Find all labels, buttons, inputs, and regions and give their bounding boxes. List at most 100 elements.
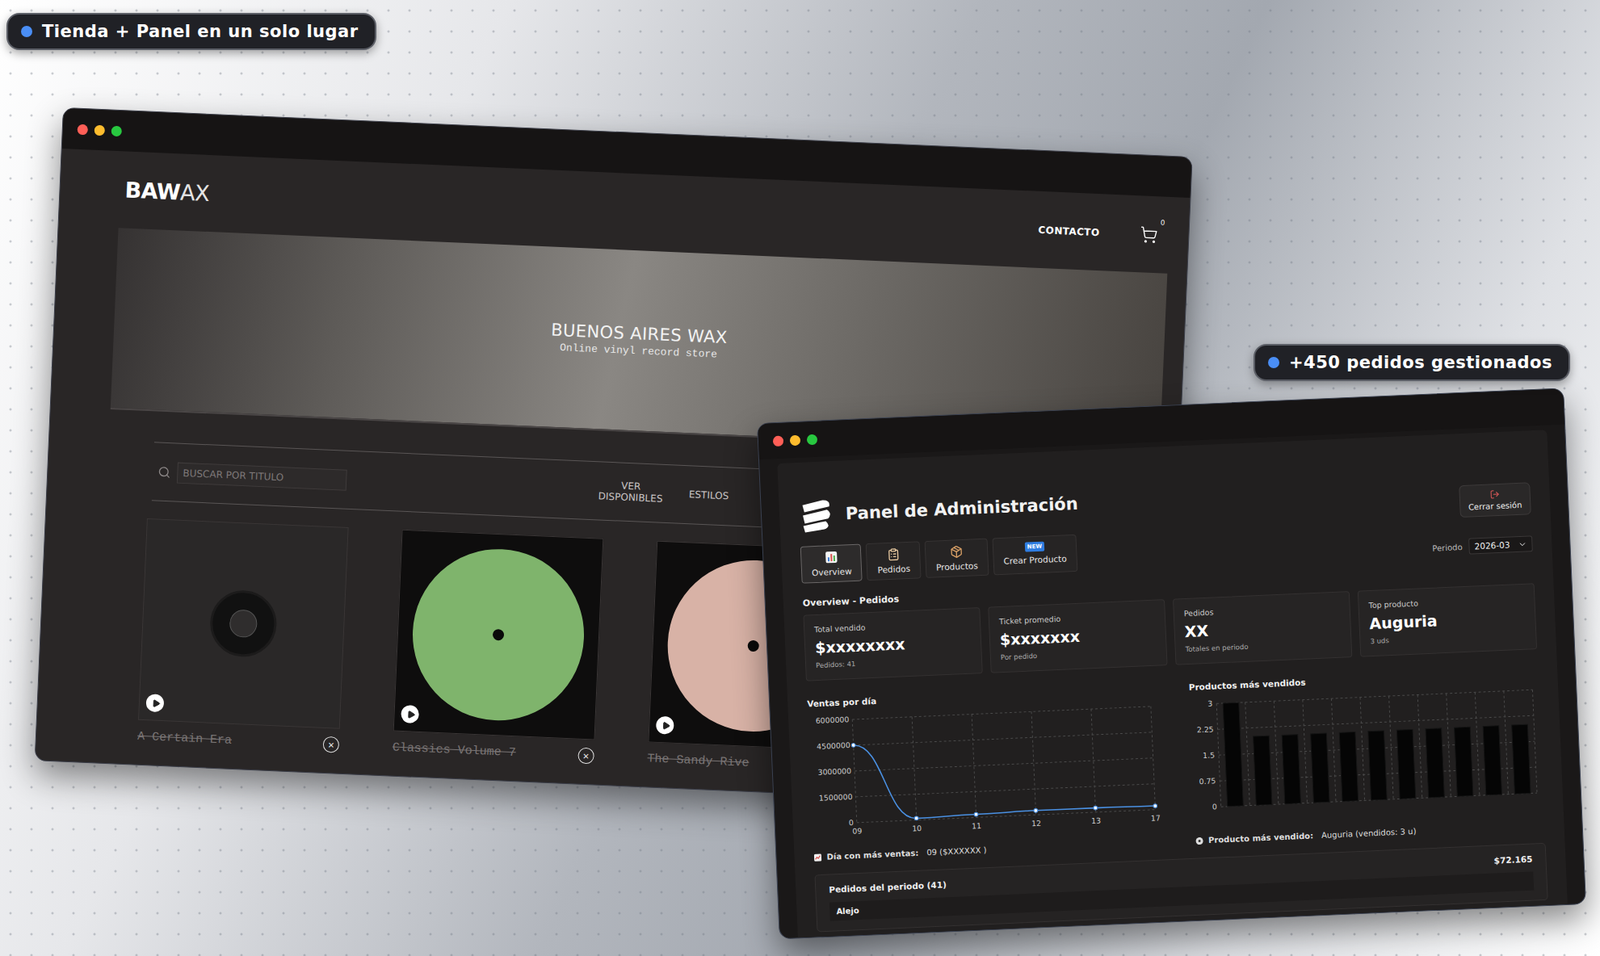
logout-icon [1489, 489, 1500, 500]
product-bar[interactable] [1454, 726, 1474, 797]
search-input[interactable] [176, 461, 348, 491]
product-bar[interactable] [1425, 728, 1445, 798]
stat-value: $xxxxxxxx [814, 632, 972, 657]
store-logo[interactable]: BAWAX [124, 176, 210, 206]
product-bar[interactable] [1339, 732, 1358, 803]
period-label: Periodo [1432, 542, 1463, 554]
close-button[interactable] [77, 123, 89, 135]
filter-button[interactable]: VER DISPONIBLES [592, 478, 668, 508]
admin-tab[interactable]: NEWCrear Producto [991, 534, 1078, 576]
product-bar[interactable] [1396, 729, 1416, 799]
y-tick: 3 [1207, 699, 1213, 709]
sales-point[interactable] [974, 812, 979, 817]
product-bar[interactable] [1310, 733, 1330, 803]
sales-point[interactable] [1153, 804, 1158, 809]
sales-line-chart: 6000000450000030000001500000009101112131… [807, 698, 1164, 849]
y-tick: 0 [848, 818, 854, 828]
stat-value: XX [1184, 616, 1341, 641]
products-chart-block: Productos más vendidos32.251.50.750Produ… [1188, 667, 1546, 846]
x-tick: 09 [852, 826, 862, 836]
product-bar[interactable] [1511, 724, 1531, 794]
x-tick: 12 [1031, 818, 1042, 829]
stat-value: Auguria [1369, 608, 1526, 633]
product-bar[interactable] [1482, 726, 1502, 796]
record-label [409, 545, 588, 725]
remove-button[interactable]: × [322, 736, 340, 754]
stats-grid: Total vendido$xxxxxxxxPedidos: 41Ticket … [802, 583, 1538, 681]
chart-title: Productos más vendidos [1188, 667, 1539, 693]
record-icon [1195, 836, 1204, 845]
record-disc [209, 589, 278, 659]
stat-card: Top productoAuguria3 uds [1357, 583, 1538, 657]
play-button[interactable] [400, 705, 420, 724]
badge-dot [20, 25, 33, 38]
chevron-down-icon [1517, 539, 1527, 549]
play-button[interactable] [145, 693, 164, 713]
window-titlebar [62, 108, 1193, 198]
play-button[interactable] [655, 716, 675, 735]
x-tick: 11 [971, 821, 982, 832]
admin-window: Panel de AdministraciónOverviewPedidosPr… [756, 387, 1587, 940]
chart-note: Día con más ventas:09 ($XXXXXX ) [813, 838, 1164, 863]
maximize-button[interactable] [806, 433, 819, 446]
stat-sub: 3 uds [1369, 630, 1526, 646]
x-tick: 13 [1091, 815, 1101, 826]
minimize-button[interactable] [94, 124, 106, 136]
nav-link[interactable]: CONTACTO [1037, 223, 1101, 238]
period-row: Periodo 2026-03 [1432, 535, 1533, 556]
product-card[interactable]: Classics Volume 7× [391, 529, 604, 767]
product-bar[interactable] [1253, 735, 1273, 806]
play-icon [406, 709, 416, 719]
product-bar[interactable] [1368, 730, 1387, 801]
period-select[interactable]: 2026-03 [1468, 535, 1533, 555]
product-card[interactable]: A Certain Era × [137, 518, 349, 756]
sales-point[interactable] [1093, 806, 1098, 811]
sales-point[interactable] [851, 743, 856, 748]
product-bar[interactable] [1281, 734, 1301, 805]
product-cover[interactable] [393, 529, 605, 741]
product-title-row: Classics Volume 7× [391, 738, 595, 767]
admin-top-row: Panel de AdministraciónOverviewPedidosPr… [797, 466, 1533, 584]
cart-button[interactable]: 0 [1136, 222, 1162, 248]
product-bar[interactable] [1222, 702, 1244, 807]
maximize-button[interactable] [111, 125, 123, 137]
stat-card: PedidosXXTotales en periodo [1172, 591, 1353, 665]
chart-icon [824, 550, 839, 565]
order-row[interactable]: Alejo [829, 872, 1534, 922]
orders-panel: Pedidos del periodo (41)$72.165Alejo [814, 843, 1548, 933]
chart-title: Ventas por día [806, 684, 1157, 710]
product-title-row: A Certain Era × [137, 726, 341, 756]
y-tick: 0 [1212, 802, 1218, 811]
admin-tab[interactable]: Productos [924, 538, 990, 579]
y-tick: 2.25 [1196, 724, 1214, 735]
close-button[interactable] [772, 435, 785, 447]
stat-card: Ticket promedio$xxxxxxxPor pedido [987, 599, 1168, 673]
logout-button[interactable]: Cerrar sesión [1458, 482, 1532, 518]
sales-point[interactable] [1033, 808, 1038, 813]
orders-icon [886, 547, 901, 562]
sales-point[interactable] [914, 816, 919, 821]
y-tick: 4500000 [816, 740, 851, 752]
stat-sub: Pedidos: 41 [815, 655, 972, 670]
chart-note: Producto más vendido:Auguria (vendidos: … [1195, 821, 1546, 846]
showcase-canvas: Tienda + Panel en un solo lugar +450 pedi… [0, 0, 1600, 956]
play-icon [151, 698, 160, 708]
admin-tab[interactable]: Overview [800, 544, 863, 584]
sales-chart-block: Ventas por día60000004500000300000015000… [806, 684, 1164, 863]
product-cover[interactable] [138, 518, 349, 730]
y-tick: 6000000 [815, 714, 850, 726]
minimize-button[interactable] [789, 434, 802, 446]
remove-button[interactable]: × [577, 747, 595, 765]
product-title: A Certain Era [137, 729, 233, 748]
filter-button[interactable]: ESTILOS [688, 487, 729, 504]
feature-badge: +450 pedidos gestionados [1253, 344, 1571, 382]
store-nav: CONTACTO 0 [1037, 217, 1162, 248]
feature-badge: Tienda + Panel en un solo lugar [6, 12, 377, 51]
search-icon [157, 465, 172, 479]
x-tick: 17 [1150, 813, 1161, 824]
brand-logo-icon [797, 496, 836, 534]
search-group [157, 461, 595, 502]
admin-tab[interactable]: Pedidos [865, 541, 922, 581]
sales-line [853, 732, 1156, 822]
admin-tabs: OverviewPedidosProductosNEWCrear Product… [800, 534, 1082, 584]
